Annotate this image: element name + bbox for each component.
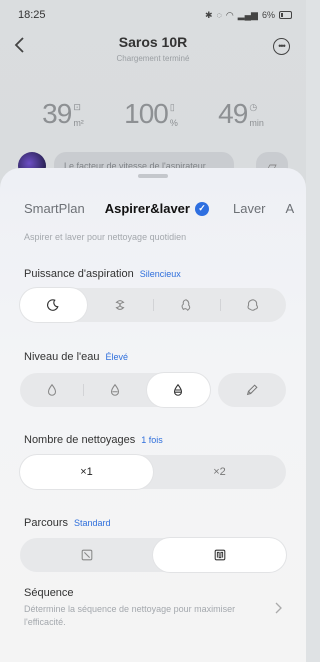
drop-low-icon	[47, 383, 56, 396]
suction-label: Puissance d'aspiration	[24, 268, 134, 280]
passes-value: 1 fois	[141, 435, 163, 445]
sequence-description: Détermine la séquence de nettoyage pour …	[24, 604, 236, 627]
route-option-deep[interactable]	[153, 538, 286, 572]
cleaning-mode-sheet: SmartPlan Aspirer&laver ✓ Laver A Aspire…	[0, 168, 306, 662]
suction-option-balanced[interactable]	[87, 288, 154, 322]
more-dots-icon: •••	[278, 41, 286, 51]
device-name: Saros 10R	[118, 34, 188, 50]
clock-icon: ◷	[249, 102, 258, 112]
stat-battery: 100 ▯%	[124, 98, 178, 130]
stat-time-unit: min	[249, 118, 264, 128]
route-label: Parcours	[24, 517, 69, 529]
water-label: Niveau de l'eau	[24, 351, 100, 363]
sheet-grab-handle[interactable]	[138, 174, 168, 178]
passes-option-2[interactable]: ×2	[153, 455, 286, 489]
suction-option-quiet[interactable]	[20, 288, 87, 322]
water-level-options	[20, 373, 210, 407]
route-option-standard[interactable]	[20, 538, 153, 572]
mode-description: Aspirer et laver pour nettoyage quotidie…	[24, 232, 187, 242]
water-custom-button[interactable]	[218, 373, 286, 407]
water-option-low[interactable]	[20, 373, 83, 407]
suction-option-max[interactable]	[219, 288, 287, 322]
mute-icon: ◌	[216, 10, 222, 20]
passes-label: Nombre de nettoyages	[24, 434, 136, 446]
battery-icon	[279, 11, 292, 19]
water-selector	[20, 373, 286, 407]
stat-area-unit: m²	[73, 118, 84, 128]
status-bar: 18:25 ✱ ◌ ◠ ▂▄▆ 6%	[0, 0, 306, 30]
tab-aspirer[interactable]: A	[286, 201, 295, 216]
route-simple-icon	[81, 549, 92, 561]
battery-small-icon: ▯	[169, 102, 175, 112]
route-value: Standard	[74, 518, 111, 528]
device-status: Chargement terminé	[116, 54, 190, 63]
route-selector	[20, 538, 286, 572]
swirl-icon	[115, 300, 125, 310]
signal-icon: ▂▄▆	[237, 9, 258, 20]
sequence-title: Séquence	[24, 587, 74, 599]
stat-area-value: 39	[42, 98, 72, 129]
water-option-high[interactable]	[146, 373, 210, 407]
suction-selector	[20, 288, 286, 322]
moon-icon	[47, 299, 59, 311]
tab-smartplan[interactable]: SmartPlan	[24, 201, 85, 216]
wifi-icon: ◠	[225, 9, 234, 20]
check-icon: ✓	[194, 201, 209, 216]
battery-percent: 6%	[261, 10, 275, 20]
passes-selector: ×1 ×2	[20, 455, 286, 489]
more-options-button[interactable]: •••	[273, 38, 290, 55]
bluetooth-icon: ✱	[204, 9, 213, 20]
tab-aspirer-laver[interactable]: Aspirer&laver ✓	[105, 201, 209, 216]
drop-high-icon	[174, 383, 183, 396]
water-value: Élevé	[105, 352, 129, 362]
route-section-label: Parcours Standard	[24, 517, 111, 529]
pencil-icon	[246, 384, 258, 396]
fan-icon	[181, 299, 191, 312]
stat-time: 49 ◷ min	[218, 98, 264, 130]
mode-tabs: SmartPlan Aspirer&laver ✓ Laver A	[24, 201, 306, 216]
chevron-right-icon[interactable]	[274, 601, 282, 617]
turbo-icon	[247, 299, 258, 311]
stat-area: 39 ⊡ m²	[42, 98, 84, 130]
suction-section-label: Puissance d'aspiration Silencieux	[24, 268, 181, 280]
tab-laver[interactable]: Laver	[233, 201, 266, 216]
suction-option-turbo[interactable]	[153, 288, 220, 322]
water-section-label: Niveau de l'eau Élevé	[24, 351, 128, 363]
route-deep-icon	[214, 549, 225, 561]
drop-medium-icon	[110, 383, 120, 396]
stat-time-value: 49	[218, 98, 248, 129]
water-option-medium[interactable]	[83, 373, 146, 407]
stat-battery-value: 100	[124, 98, 169, 129]
passes-section-label: Nombre de nettoyages 1 fois	[24, 434, 163, 446]
passes-option-1[interactable]: ×1	[20, 455, 153, 489]
status-time: 18:25	[18, 9, 46, 21]
suction-value: Silencieux	[139, 269, 181, 279]
status-icons: ✱ ◌ ◠ ▂▄▆ 6%	[205, 10, 292, 21]
stat-battery-unit: %	[169, 118, 178, 128]
stats-row: 39 ⊡ m² 100 ▯% 49 ◷ min	[0, 98, 306, 130]
tab-aspirer-laver-label: Aspirer&laver	[104, 201, 190, 216]
area-icon: ⊡	[73, 102, 81, 112]
